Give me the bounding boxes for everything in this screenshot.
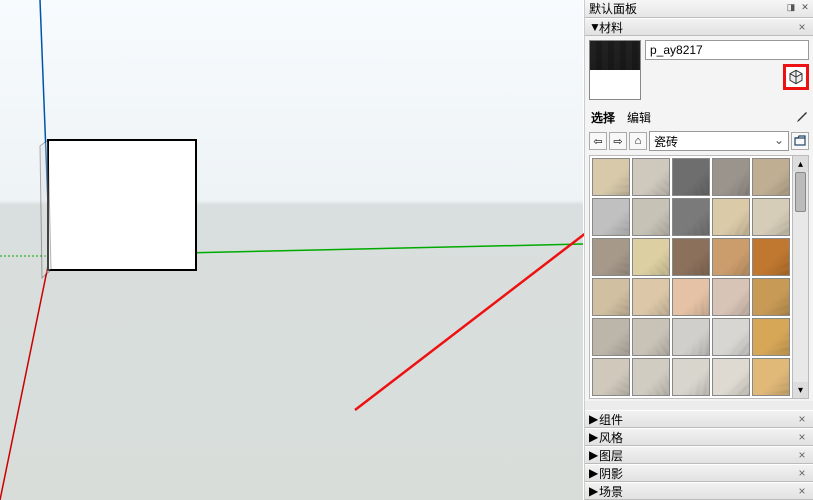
section-label: 场景 (599, 483, 623, 500)
folder-icon (794, 135, 806, 147)
section-label: 组件 (599, 411, 623, 428)
section-label: 图层 (599, 447, 623, 464)
material-name-input[interactable] (645, 40, 809, 60)
close-icon[interactable]: ✕ (799, 1, 811, 13)
section-label: 风格 (599, 429, 623, 446)
section-close-icon[interactable]: × (795, 448, 809, 462)
material-thumb[interactable] (752, 198, 790, 236)
material-thumb[interactable] (632, 358, 670, 396)
cube-icon (788, 69, 804, 85)
section-close-icon[interactable]: × (795, 466, 809, 480)
collapse-icon: ▶ (589, 448, 599, 462)
section-scenes[interactable]: ▶场景 × (585, 482, 813, 500)
material-thumb[interactable] (752, 158, 790, 196)
section-materials[interactable]: ▼ 材料 × (585, 18, 813, 36)
section-layers[interactable]: ▶图层 × (585, 446, 813, 464)
material-thumb[interactable] (672, 238, 710, 276)
material-thumb[interactable] (672, 278, 710, 316)
material-thumb[interactable] (712, 358, 750, 396)
material-thumb[interactable] (712, 278, 750, 316)
3d-viewport[interactable] (0, 0, 583, 500)
nav-back-button[interactable]: ⇦ (589, 132, 607, 150)
scroll-up-icon[interactable]: ▴ (793, 156, 808, 172)
material-thumb[interactable] (712, 238, 750, 276)
material-thumb[interactable] (752, 318, 790, 356)
collapse-icon: ▶ (589, 430, 599, 444)
nav-home-button[interactable]: ⌂ (629, 132, 647, 150)
material-thumb[interactable] (672, 158, 710, 196)
material-thumb[interactable] (592, 318, 630, 356)
tab-edit[interactable]: 编辑 (625, 108, 653, 127)
section-components[interactable]: ▶组件 × (585, 410, 813, 428)
library-menu-button[interactable] (791, 132, 809, 150)
thumbnail-scrollbar[interactable]: ▴ ▾ (793, 155, 809, 399)
section-label: 材料 (599, 19, 623, 36)
panel-titlebar[interactable]: 默认面板 ◨ ✕ (585, 0, 813, 18)
collapse-icon: ▶ (589, 484, 599, 498)
create-material-button[interactable] (783, 64, 809, 90)
materials-body: 选择 编辑 ⇦ ⇨ ⌂ 瓷砖 ▴ ▾ (585, 36, 813, 401)
material-thumb[interactable] (592, 358, 630, 396)
eyedropper-icon[interactable] (793, 110, 809, 126)
tab-select[interactable]: 选择 (589, 108, 617, 127)
material-thumb[interactable] (672, 198, 710, 236)
material-preview[interactable] (589, 40, 641, 100)
material-thumb[interactable] (752, 278, 790, 316)
section-styles[interactable]: ▶风格 × (585, 428, 813, 446)
material-thumb[interactable] (672, 318, 710, 356)
collapse-icon: ▶ (589, 412, 599, 426)
section-close-icon[interactable]: × (795, 430, 809, 444)
collapse-icon: ▶ (589, 466, 599, 480)
nav-forward-button[interactable]: ⇨ (609, 132, 627, 150)
material-thumb[interactable] (752, 358, 790, 396)
material-thumb[interactable] (592, 198, 630, 236)
material-thumb[interactable] (592, 238, 630, 276)
section-close-icon[interactable]: × (795, 412, 809, 426)
material-thumb[interactable] (632, 278, 670, 316)
material-thumb[interactable] (592, 278, 630, 316)
scroll-down-icon[interactable]: ▾ (793, 382, 808, 398)
material-thumb[interactable] (592, 158, 630, 196)
material-thumb[interactable] (632, 198, 670, 236)
section-close-icon[interactable]: × (795, 484, 809, 498)
material-thumb[interactable] (712, 318, 750, 356)
material-thumb[interactable] (672, 358, 710, 396)
category-value: 瓷砖 (654, 133, 678, 150)
panel-title: 默认面板 (589, 0, 637, 17)
material-thumb[interactable] (712, 198, 750, 236)
category-select[interactable]: 瓷砖 (649, 131, 789, 151)
material-thumb[interactable] (712, 158, 750, 196)
expand-icon: ▼ (589, 20, 599, 34)
material-thumbnail-grid (589, 155, 793, 399)
section-shadows[interactable]: ▶阴影 × (585, 464, 813, 482)
section-label: 阴影 (599, 465, 623, 482)
material-thumb[interactable] (632, 158, 670, 196)
section-close-icon[interactable]: × (795, 20, 809, 34)
pin-icon[interactable]: ◨ (785, 1, 797, 13)
material-thumb[interactable] (632, 318, 670, 356)
material-thumb[interactable] (752, 238, 790, 276)
material-thumb[interactable] (632, 238, 670, 276)
